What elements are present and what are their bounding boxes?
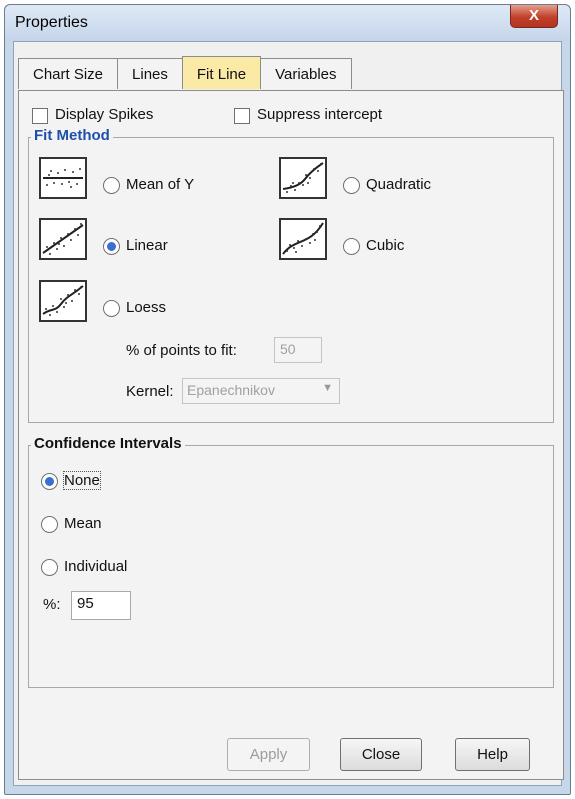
tab-fit-line[interactable]: Fit Line bbox=[181, 56, 262, 89]
tab-variables[interactable]: Variables bbox=[260, 58, 352, 89]
ci-mean-radio[interactable] bbox=[41, 516, 58, 533]
loess-thumbnail-icon bbox=[39, 280, 87, 322]
quadratic-radio[interactable] bbox=[343, 177, 360, 194]
dialog-body: Chart Size Lines Fit Line Variables Disp… bbox=[13, 41, 564, 786]
close-window-button[interactable]: X bbox=[510, 5, 558, 28]
loess-radio[interactable] bbox=[103, 300, 120, 317]
fit-line-panel: Display Spikes Suppress intercept Fit Me… bbox=[18, 90, 564, 780]
ci-individual-radio[interactable] bbox=[41, 559, 58, 576]
confidence-intervals-title: Confidence Intervals bbox=[31, 435, 185, 452]
ci-none-label: None bbox=[63, 471, 101, 490]
mean-of-y-radio[interactable] bbox=[103, 177, 120, 194]
window-title: Properties bbox=[15, 14, 88, 31]
linear-radio[interactable] bbox=[103, 238, 120, 255]
display-spikes-checkbox[interactable] bbox=[32, 108, 48, 124]
quadratic-label: Quadratic bbox=[366, 176, 432, 193]
tab-chart-size[interactable]: Chart Size bbox=[18, 58, 119, 89]
confidence-intervals-group: Confidence Intervals None Mean Individua… bbox=[28, 435, 554, 688]
loess-label: Loess bbox=[126, 299, 167, 316]
kernel-value: Epanechnikov bbox=[187, 382, 275, 398]
kernel-label: Kernel: bbox=[126, 383, 174, 400]
suppress-intercept-label: Suppress intercept bbox=[257, 106, 383, 123]
cubic-radio[interactable] bbox=[343, 238, 360, 255]
tab-strip: Chart Size Lines Fit Line Variables bbox=[18, 56, 352, 90]
display-spikes-label: Display Spikes bbox=[55, 106, 154, 123]
mean-of-y-thumbnail-icon bbox=[39, 157, 87, 199]
help-button[interactable]: Help bbox=[455, 738, 530, 771]
kernel-select[interactable]: Epanechnikov ▼ bbox=[182, 378, 340, 404]
ci-mean-label: Mean bbox=[64, 515, 102, 532]
ci-percent-input[interactable]: 95 bbox=[71, 591, 131, 620]
ci-individual-label: Individual bbox=[64, 558, 128, 575]
title-bar[interactable]: Properties X bbox=[5, 5, 570, 41]
linear-thumbnail-icon bbox=[39, 218, 87, 260]
chevron-down-icon: ▼ bbox=[322, 382, 333, 394]
suppress-intercept-checkbox[interactable] bbox=[234, 108, 250, 124]
fit-method-title: Fit Method bbox=[31, 127, 113, 144]
properties-dialog: Properties X Chart Size Lines Fit Line V… bbox=[4, 4, 571, 795]
quadratic-thumbnail-icon bbox=[279, 157, 327, 199]
linear-label: Linear bbox=[126, 237, 168, 254]
cubic-thumbnail-icon bbox=[279, 218, 327, 260]
ci-percent-label: %: bbox=[43, 596, 61, 613]
mean-of-y-label: Mean of Y bbox=[126, 176, 195, 193]
cubic-label: Cubic bbox=[366, 237, 405, 254]
tab-lines[interactable]: Lines bbox=[117, 58, 183, 89]
apply-button[interactable]: Apply bbox=[227, 738, 310, 771]
fit-method-group: Fit Method Mean of Y Quadratic Linear Cu… bbox=[28, 127, 554, 423]
points-to-fit-label: % of points to fit: bbox=[126, 342, 237, 359]
ci-none-radio[interactable] bbox=[41, 473, 58, 490]
close-button[interactable]: Close bbox=[340, 738, 422, 771]
points-to-fit-input[interactable]: 50 bbox=[274, 337, 322, 363]
